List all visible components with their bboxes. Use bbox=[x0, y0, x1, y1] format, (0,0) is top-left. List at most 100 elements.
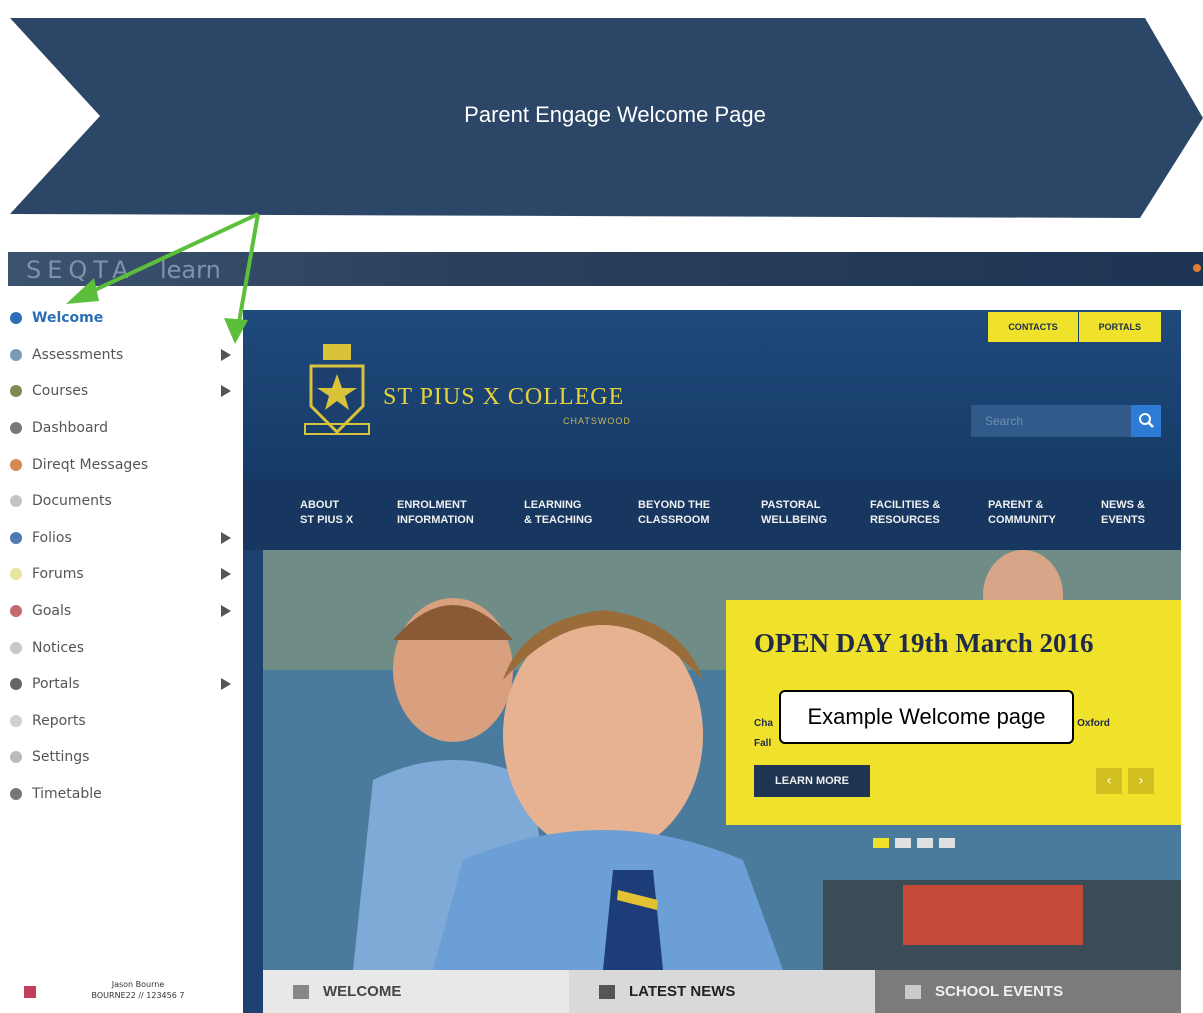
sidebar-item-label: Notices bbox=[32, 639, 85, 656]
tab-welcome[interactable]: WELCOME bbox=[263, 970, 569, 1013]
sidebar-item-settings[interactable]: Settings bbox=[10, 739, 235, 776]
example-callout: Example Welcome page bbox=[779, 690, 1074, 744]
goal-icon bbox=[10, 605, 22, 618]
seqta-logo[interactable]: SEQTA bbox=[26, 256, 135, 284]
notice-icon bbox=[10, 641, 22, 654]
notification-dot[interactable] bbox=[1193, 264, 1201, 272]
sidebar-item-goals[interactable]: Goals bbox=[10, 593, 235, 630]
home-icon bbox=[293, 984, 309, 999]
document-icon bbox=[10, 495, 22, 508]
sidebar-item-forums[interactable]: Forums bbox=[10, 556, 235, 593]
promo-text: t Oxford bbox=[1071, 718, 1110, 729]
folio-icon bbox=[10, 531, 22, 544]
welcome-page-frame: CONTACTS PORTALS ST PIUS X COLLEGE CHATS… bbox=[243, 310, 1181, 1013]
sidebar-item-notices[interactable]: Notices bbox=[10, 629, 235, 666]
messages-icon bbox=[10, 458, 22, 471]
sidebar-item-label: Direqt Messages bbox=[32, 456, 149, 473]
timetable-icon bbox=[10, 788, 22, 801]
calendar-icon bbox=[905, 984, 921, 999]
user-info[interactable]: Jason Bourne BOURNE22 // 123456 7 bbox=[18, 980, 238, 1006]
sidebar-item-documents[interactable]: Documents bbox=[10, 483, 235, 520]
sidebar-item-portals[interactable]: Portals bbox=[10, 666, 235, 703]
sidebar-item-label: Timetable bbox=[32, 786, 102, 803]
sidebar-item-label: Courses bbox=[32, 383, 89, 400]
sidebar-item-courses[interactable]: Courses bbox=[10, 373, 235, 410]
dashboard-icon bbox=[10, 422, 22, 435]
portals-link[interactable]: PORTALS bbox=[1077, 312, 1161, 342]
user-name: Jason Bourne bbox=[111, 980, 165, 989]
sidebar: Welcome Assessments Courses Dashboard Di… bbox=[10, 300, 235, 812]
nav-pastoral[interactable]: PASTORAL WELLBEING bbox=[761, 480, 870, 550]
expand-arrow-icon[interactable] bbox=[221, 677, 231, 690]
nav-enrolment[interactable]: ENROLMENT INFORMATION bbox=[397, 480, 524, 550]
contacts-link[interactable]: CONTACTS bbox=[987, 312, 1078, 342]
carousel-dot[interactable] bbox=[917, 838, 933, 848]
seqta-header: SEQTA learn bbox=[8, 252, 1203, 286]
sidebar-item-timetable[interactable]: Timetable bbox=[10, 776, 235, 813]
learn-more-button[interactable]: LEARN MORE bbox=[754, 765, 870, 797]
college-name[interactable]: ST PIUS X COLLEGE bbox=[383, 384, 624, 411]
nav-facilities[interactable]: FACILITIES & RESOURCES bbox=[870, 480, 988, 550]
site-main-nav: ABOUT ST PIUS X ENROLMENT INFORMATION LE… bbox=[243, 480, 1181, 550]
tab-label: SCHOOL EVENTS bbox=[935, 983, 1064, 1000]
check-icon bbox=[10, 348, 22, 361]
sidebar-item-label: Welcome bbox=[32, 310, 104, 327]
expand-arrow-icon[interactable] bbox=[221, 531, 231, 544]
banner-title: Parent Engage Welcome Page bbox=[464, 102, 766, 127]
nav-news-events[interactable]: NEWS & EVENTS bbox=[1101, 480, 1161, 550]
carousel-dot[interactable] bbox=[939, 838, 955, 848]
sidebar-item-assessments[interactable]: Assessments bbox=[10, 337, 235, 374]
book-icon bbox=[10, 385, 22, 398]
info-icon bbox=[10, 312, 22, 325]
carousel-prev-button[interactable]: ‹ bbox=[1096, 768, 1122, 794]
globe-icon bbox=[10, 678, 22, 691]
megaphone-icon bbox=[599, 984, 615, 999]
college-location: CHATSWOOD bbox=[563, 416, 631, 426]
report-icon bbox=[10, 714, 22, 727]
sidebar-item-label: Forums bbox=[32, 566, 84, 583]
sidebar-item-label: Dashboard bbox=[32, 420, 108, 437]
tab-school-events[interactable]: SCHOOL EVENTS bbox=[875, 970, 1181, 1013]
promo-text: Fall bbox=[754, 738, 772, 749]
seqta-learn-label: learn bbox=[160, 256, 221, 284]
expand-arrow-icon[interactable] bbox=[221, 568, 231, 581]
nav-beyond-classroom[interactable]: BEYOND THE CLASSROOM bbox=[638, 480, 761, 550]
promo-text: Cha bbox=[754, 718, 773, 729]
nav-learning[interactable]: LEARNING & TEACHING bbox=[524, 480, 638, 550]
carousel-dot[interactable] bbox=[895, 838, 911, 848]
tab-label: WELCOME bbox=[323, 983, 402, 1000]
user-avatar-icon bbox=[24, 986, 36, 998]
sidebar-item-dashboard[interactable]: Dashboard bbox=[10, 410, 235, 447]
sidebar-item-label: Assessments bbox=[32, 346, 124, 363]
sidebar-item-label: Folios bbox=[32, 529, 72, 546]
sidebar-item-label: Settings bbox=[32, 749, 90, 766]
promo-title: OPEN DAY 19th March 2016 bbox=[754, 628, 1094, 658]
sidebar-item-label: Documents bbox=[32, 493, 112, 510]
search-icon bbox=[1139, 413, 1154, 428]
content-tabs: WELCOME LATEST NEWS SCHOOL EVENTS bbox=[263, 970, 1181, 1013]
site-search-input[interactable]: Search bbox=[971, 405, 1131, 437]
carousel-next-button[interactable]: › bbox=[1128, 768, 1154, 794]
expand-arrow-icon[interactable] bbox=[221, 348, 231, 361]
site-header: CONTACTS PORTALS ST PIUS X COLLEGE CHATS… bbox=[243, 310, 1181, 480]
sidebar-item-label: Portals bbox=[32, 676, 80, 693]
sidebar-item-folios[interactable]: Folios bbox=[10, 520, 235, 557]
carousel-dots bbox=[873, 838, 961, 848]
nav-parent-community[interactable]: PARENT & COMMUNITY bbox=[988, 480, 1101, 550]
sidebar-item-welcome[interactable]: Welcome bbox=[10, 300, 235, 337]
college-crest-icon bbox=[304, 344, 370, 435]
settings-icon bbox=[10, 751, 22, 764]
carousel-dot[interactable] bbox=[873, 838, 889, 848]
sidebar-item-reports[interactable]: Reports bbox=[10, 703, 235, 740]
nav-about[interactable]: ABOUT ST PIUS X bbox=[300, 480, 397, 550]
tab-latest-news[interactable]: LATEST NEWS bbox=[569, 970, 875, 1013]
expand-arrow-icon[interactable] bbox=[221, 385, 231, 398]
top-links: CONTACTS PORTALS bbox=[987, 312, 1161, 342]
forum-icon bbox=[10, 568, 22, 581]
expand-arrow-icon[interactable] bbox=[221, 604, 231, 617]
search-button[interactable] bbox=[1131, 405, 1161, 437]
sidebar-item-label: Reports bbox=[32, 712, 86, 729]
sidebar-item-label: Goals bbox=[32, 603, 72, 620]
tab-label: LATEST NEWS bbox=[629, 983, 736, 1000]
sidebar-item-direqt-messages[interactable]: Direqt Messages bbox=[10, 446, 235, 483]
